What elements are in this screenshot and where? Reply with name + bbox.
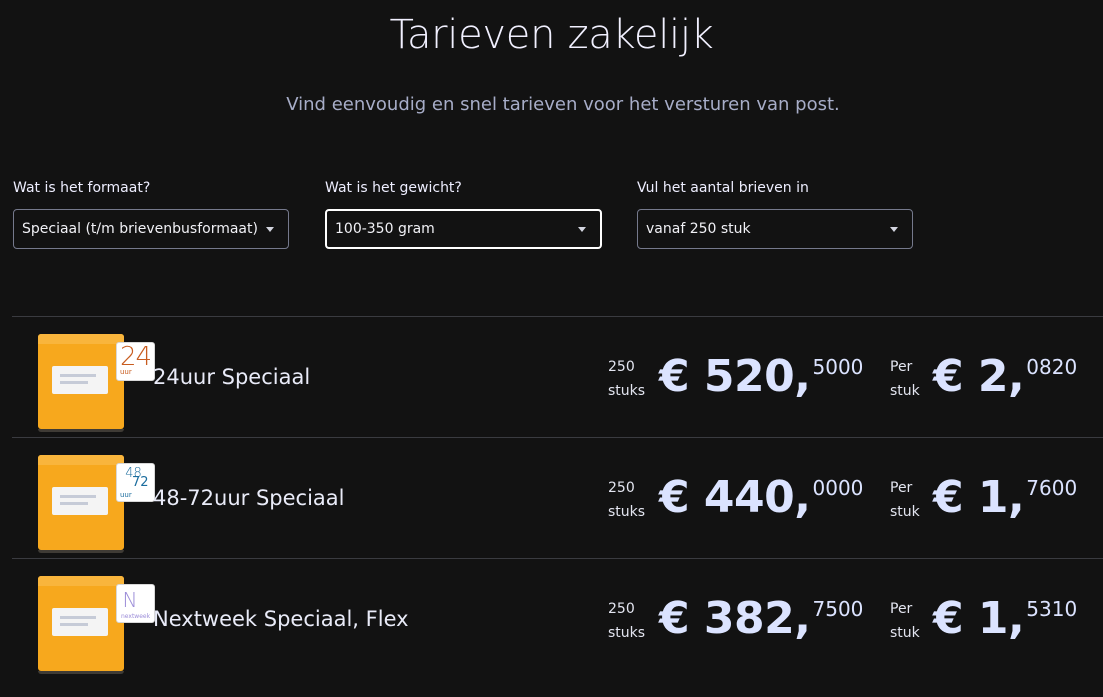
per-unit-label: Per stuk — [890, 480, 920, 520]
page-subtitle: Vind eenvoudig en snel tarieven voor het… — [286, 94, 840, 115]
24uur-badge-icon: 24 uur — [116, 342, 155, 381]
unit-price: € 1, 5310 — [933, 593, 1078, 644]
chevron-down-icon — [890, 226, 898, 232]
quantity-label: 250 stuks — [608, 359, 646, 399]
total-price: € 440, 0000 — [659, 472, 864, 523]
weight-select[interactable]: 100-350 gram — [325, 209, 602, 249]
total-price: € 520, 5000 — [659, 351, 864, 402]
product-row-48-72uur[interactable]: 48 72 uur 48-72uur Speciaal 250 stuks € … — [12, 437, 1103, 558]
nextweek-badge-icon: N nextweek — [116, 584, 155, 623]
weight-label: Wat is het gewicht? — [325, 180, 462, 196]
unit-price: € 2, 0820 — [933, 351, 1078, 402]
page-title: Tarieven zakelijk — [389, 12, 714, 58]
quantity-label: 250 stuks — [608, 601, 646, 641]
quantity-label: Vul het aantal brieven in — [637, 180, 809, 196]
quantity-select[interactable]: vanaf 250 stuk — [637, 209, 913, 249]
product-name: 24uur Speciaal — [153, 365, 311, 389]
product-row-24uur[interactable]: 24 uur 24uur Speciaal 250 stuks € 520, 5… — [12, 316, 1103, 437]
product-list: 24 uur 24uur Speciaal 250 stuks € 520, 5… — [12, 316, 1103, 679]
total-price: € 382, 7500 — [659, 593, 864, 644]
chevron-down-icon — [266, 226, 274, 232]
envelope-icon: N nextweek — [38, 576, 155, 674]
format-select[interactable]: Speciaal (t/m brievenbusformaat) — [13, 209, 289, 249]
weight-filter: Wat is het gewicht? 100-350 gram — [325, 180, 602, 249]
per-unit-label: Per stuk — [890, 359, 920, 399]
quantity-filter: Vul het aantal brieven in vanaf 250 stuk — [637, 180, 913, 249]
format-select-value: Speciaal (t/m brievenbusformaat) — [22, 221, 258, 237]
product-row-nextweek[interactable]: N nextweek Nextweek Speciaal, Flex 250 s… — [12, 558, 1103, 679]
format-label: Wat is het formaat? — [13, 180, 151, 196]
tariff-page: Tarieven zakelijk Vind eenvoudig en snel… — [0, 0, 1103, 697]
chevron-down-icon — [578, 226, 586, 232]
envelope-icon: 48 72 uur — [38, 455, 155, 553]
envelope-icon: 24 uur — [38, 334, 155, 432]
48-72uur-badge-icon: 48 72 uur — [116, 463, 155, 502]
quantity-label: 250 stuks — [608, 480, 646, 520]
per-unit-label: Per stuk — [890, 601, 920, 641]
product-name: Nextweek Speciaal, Flex — [153, 607, 409, 631]
product-name: 48-72uur Speciaal — [153, 486, 345, 510]
unit-price: € 1, 7600 — [933, 472, 1078, 523]
weight-select-value: 100-350 gram — [335, 221, 435, 237]
quantity-select-value: vanaf 250 stuk — [646, 221, 751, 237]
format-filter: Wat is het formaat? Speciaal (t/m brieve… — [13, 180, 289, 249]
